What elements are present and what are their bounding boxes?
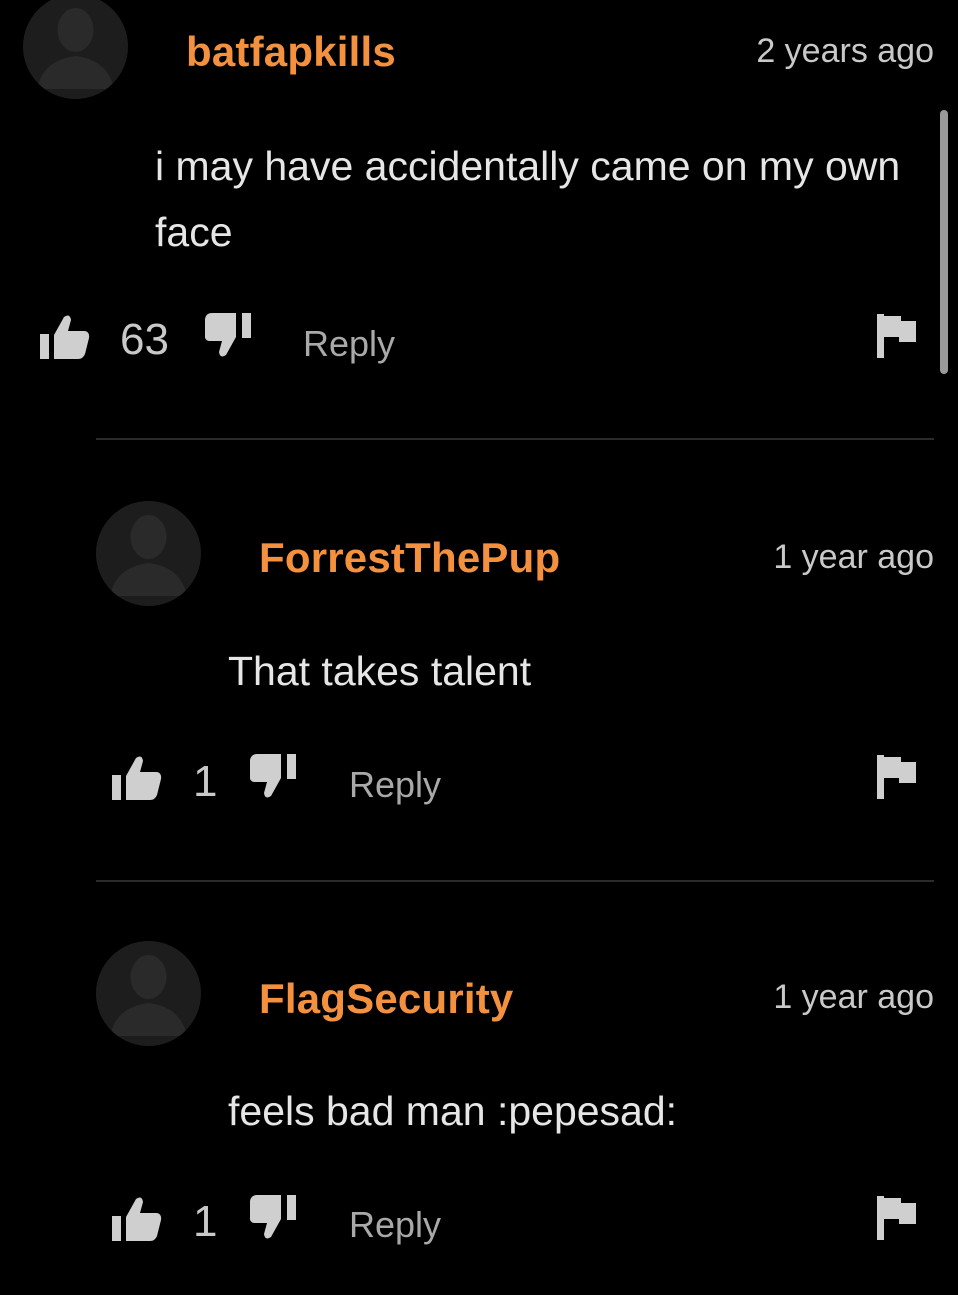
thumbs-down-icon[interactable] — [205, 313, 255, 359]
avatar[interactable] — [96, 941, 201, 1046]
reply-button[interactable]: Reply — [349, 764, 441, 806]
like-count: 1 — [193, 757, 218, 806]
like-count: 1 — [193, 1197, 218, 1246]
thumbs-up-icon[interactable] — [40, 314, 90, 360]
comment-text: i may have accidentally came on my own f… — [155, 143, 901, 255]
avatar-icon — [23, 0, 128, 99]
divider — [96, 880, 934, 882]
comment-text: feels bad man :pepesad: — [228, 1088, 678, 1134]
comment-username[interactable]: FlagSecurity — [259, 975, 513, 1023]
comment-username[interactable]: ForrestThePup — [259, 534, 560, 582]
reply-button[interactable]: Reply — [303, 323, 395, 365]
comment-timestamp: 1 year ago — [773, 978, 934, 1016]
thumbs-down-icon[interactable] — [250, 1195, 300, 1241]
flag-icon[interactable] — [877, 755, 917, 799]
scrollbar[interactable] — [940, 110, 948, 374]
comment-timestamp: 2 years ago — [756, 32, 934, 70]
like-count: 63 — [120, 315, 169, 364]
flag-icon[interactable] — [877, 314, 917, 358]
flag-icon[interactable] — [877, 1196, 917, 1240]
avatar[interactable] — [23, 0, 128, 99]
avatar-icon — [96, 941, 201, 1046]
comment-username[interactable]: batfapkills — [186, 28, 396, 76]
divider — [96, 438, 934, 440]
thumbs-up-icon[interactable] — [112, 1196, 162, 1242]
thumbs-up-icon[interactable] — [112, 755, 162, 801]
reply-button[interactable]: Reply — [349, 1204, 441, 1246]
avatar[interactable] — [96, 501, 201, 606]
avatar-icon — [96, 501, 201, 606]
thumbs-down-icon[interactable] — [250, 754, 300, 800]
comment-timestamp: 1 year ago — [773, 538, 934, 576]
comment-text: That takes talent — [228, 648, 532, 694]
